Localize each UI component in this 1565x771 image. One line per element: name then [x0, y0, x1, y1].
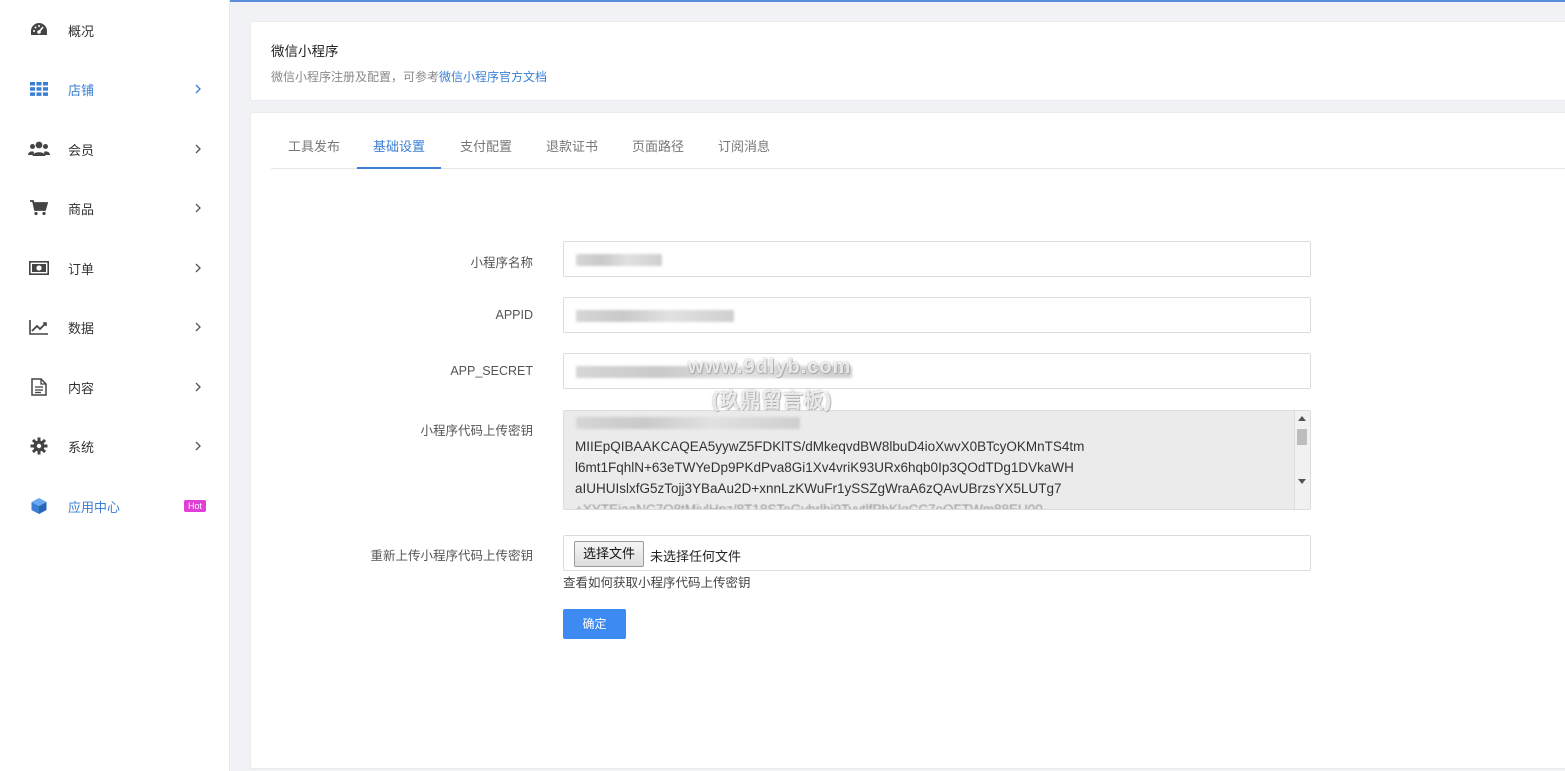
sidebar-item-app-center[interactable]: 应用中心 Hot — [0, 486, 230, 526]
document-icon — [28, 376, 50, 398]
chevron-right-icon — [192, 83, 204, 95]
page-title: 微信小程序 — [271, 44, 339, 59]
tab-page-path[interactable]: 页面路径 — [615, 133, 701, 169]
sidebar-item-system[interactable]: 系统 — [0, 426, 230, 466]
page-description-text: 微信小程序注册及配置，可参考 — [271, 70, 440, 84]
name-input[interactable] — [563, 241, 1311, 277]
sidebar-item-products[interactable]: 商品 — [0, 188, 230, 228]
sidebar-item-store[interactable]: 店铺 — [0, 69, 230, 109]
tab-refund-cert[interactable]: 退款证书 — [529, 133, 615, 169]
chevron-right-icon — [192, 143, 204, 155]
tab-subscribe-msg[interactable]: 订阅消息 — [701, 133, 787, 169]
redacted-value — [576, 254, 662, 266]
tab-basic-settings[interactable]: 基础设置 — [357, 133, 441, 169]
chevron-right-icon — [192, 262, 204, 274]
sidebar-item-label: 内容 — [68, 380, 95, 396]
sidebar-item-members[interactable]: 会员 — [0, 129, 230, 169]
scroll-up-icon — [1298, 416, 1306, 421]
header-card: 微信小程序 微信小程序注册及配置，可参考微信小程序官方文档 — [250, 21, 1565, 101]
chevron-right-icon — [192, 321, 204, 333]
cart-icon — [28, 197, 50, 219]
sidebar-item-content[interactable]: 内容 — [0, 367, 230, 407]
sidebar-item-label: 订单 — [68, 261, 95, 277]
watermark-url: www.9dlyb.com — [688, 356, 852, 378]
gear-icon — [28, 435, 50, 457]
chevron-right-icon — [192, 440, 204, 452]
sidebar-item-label: 应用中心 — [68, 499, 121, 515]
users-icon — [28, 138, 50, 160]
top-accent-line — [0, 0, 1565, 2]
official-docs-link[interactable]: 微信小程序官方文档 — [439, 70, 547, 84]
sidebar-item-label: 会员 — [68, 142, 95, 158]
redacted-value — [576, 310, 734, 322]
sidebar-item-overview[interactable]: 概况 — [0, 10, 230, 50]
hot-badge: Hot — [184, 500, 207, 512]
confirm-button[interactable]: 确定 — [563, 609, 626, 639]
money-icon — [28, 257, 50, 279]
sidebar-item-label: 数据 — [68, 320, 95, 336]
appid-input[interactable] — [563, 297, 1311, 333]
scroll-down-icon — [1298, 479, 1306, 484]
watermark-name: (玖鼎留言板) — [712, 390, 833, 412]
appid-label: APPID — [495, 308, 533, 322]
tab-publish[interactable]: 工具发布 — [271, 133, 357, 169]
how-to-get-key-link[interactable]: 查看如何获取小程序代码上传密钥 — [563, 572, 751, 591]
file-status-text: 未选择任何文件 — [650, 549, 742, 564]
choose-file-button[interactable]: 选择文件 — [574, 541, 645, 567]
secret-label: APP_SECRET — [450, 364, 533, 378]
chevron-right-icon — [192, 202, 204, 214]
sidebar-item-label: 系统 — [68, 439, 95, 455]
reupload-key-label: 重新上传小程序代码上传密钥 — [370, 549, 533, 563]
upload-key-text: MIIEpQIBAAKCAQEA5yywZ5FDKlTS/dMkeqvdBW8l… — [575, 439, 1085, 510]
tab-bar: 工具发布 基础设置 支付配置 退款证书 页面路径 订阅消息 — [271, 133, 1565, 169]
page-description: 微信小程序注册及配置，可参考微信小程序官方文档 — [271, 68, 547, 85]
settings-card: 工具发布 基础设置 支付配置 退款证书 页面路径 订阅消息 小程序名称 APPI… — [250, 112, 1565, 769]
upload-key-label: 小程序代码上传密钥 — [420, 424, 533, 438]
sidebar-item-orders[interactable]: 订单 — [0, 248, 230, 288]
chart-line-icon — [28, 316, 50, 338]
upload-key-textarea[interactable]: MIIEpQIBAAKCAQEA5yywZ5FDKlTS/dMkeqvdBW8l… — [563, 410, 1311, 510]
textarea-scrollbar[interactable] — [1294, 411, 1310, 509]
tab-payment[interactable]: 支付配置 — [443, 133, 529, 169]
sidebar: 概况 店铺 会员 商品 订单 数据 内容 系统 应用中心 Hot — [0, 0, 230, 771]
cube-icon — [28, 495, 50, 517]
redacted-value — [576, 417, 800, 429]
scroll-thumb[interactable] — [1297, 429, 1307, 445]
chevron-right-icon — [192, 381, 204, 393]
dashboard-icon — [28, 19, 50, 41]
sidebar-item-label: 概况 — [68, 23, 95, 39]
file-input: 选择文件 未选择任何文件 — [563, 535, 1311, 571]
sidebar-item-label: 店铺 — [68, 82, 95, 98]
secret-input[interactable] — [563, 353, 1311, 389]
sidebar-item-label: 商品 — [68, 201, 95, 217]
grid-icon — [28, 78, 50, 100]
name-label: 小程序名称 — [470, 256, 533, 270]
sidebar-item-data[interactable]: 数据 — [0, 307, 230, 347]
